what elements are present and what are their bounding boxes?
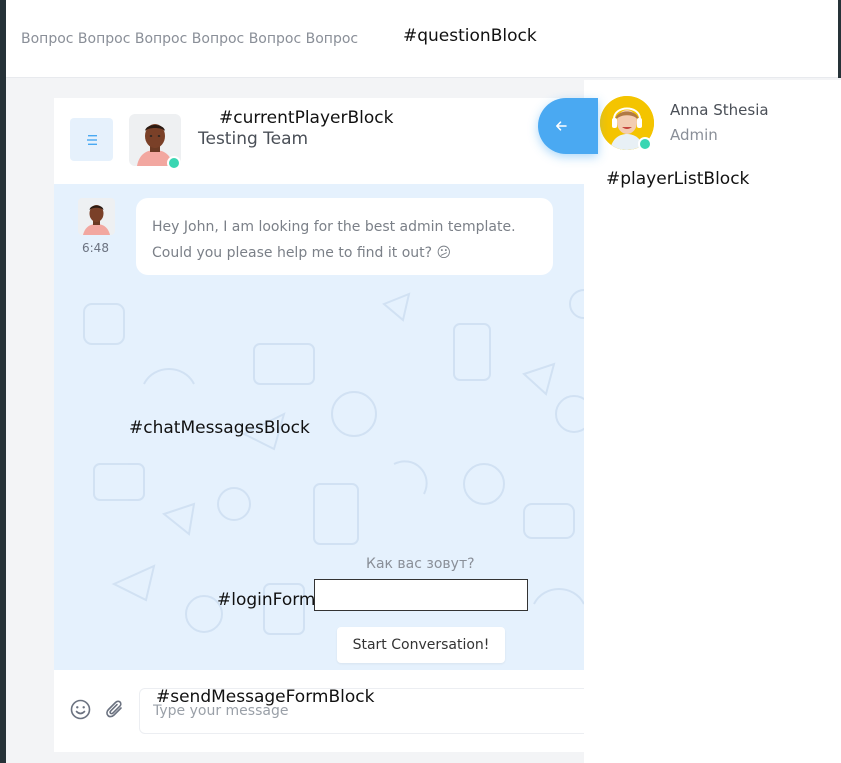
chat-card: #currentPlayerBlock Testing Team 6:48 He… <box>54 98 614 752</box>
window-edge <box>0 0 6 763</box>
emoji-icon[interactable] <box>70 699 91 720</box>
name-input[interactable] <box>314 579 528 611</box>
online-status-dot <box>638 137 652 151</box>
player-list-block: Anna Sthesia Admin #playerListBlock <box>584 80 841 763</box>
chat-messages-block-label: #chatMessagesBlock <box>129 418 310 438</box>
login-question: Как вас зовут? <box>366 556 475 572</box>
message-bubble: Hey John, I am looking for the best admi… <box>136 198 553 275</box>
send-message-form-block-label: #sendMessageFormBlock <box>156 687 375 707</box>
current-player-block-label: #currentPlayerBlock <box>219 108 394 128</box>
player-name[interactable]: Anna Sthesia <box>670 101 769 119</box>
arrow-left-icon <box>556 121 567 131</box>
question-text: Вопрос Вопрос Вопрос Вопрос Вопрос Вопро… <box>21 31 359 47</box>
menu-button[interactable] <box>70 118 113 161</box>
back-button[interactable] <box>538 98 598 154</box>
current-player-block: #currentPlayerBlock Testing Team <box>54 98 614 184</box>
question-block-label: #questionBlock <box>403 26 537 46</box>
start-conversation-button[interactable]: Start Conversation! <box>337 627 505 663</box>
paperclip-icon[interactable] <box>105 699 125 720</box>
question-block: Вопрос Вопрос Вопрос Вопрос Вопрос Вопро… <box>6 0 841 78</box>
chat-messages-block[interactable]: 6:48 Hey John, I am looking for the best… <box>54 184 614 670</box>
team-name: Testing Team <box>198 129 309 149</box>
player-role: Admin <box>670 126 718 144</box>
online-status-dot <box>167 156 181 170</box>
message-time: 6:48 <box>82 241 109 255</box>
player-list-block-label: #playerListBlock <box>606 169 750 189</box>
menu-icon <box>86 134 97 145</box>
message-avatar <box>78 198 115 235</box>
send-message-form-block: #sendMessageFormBlock <box>54 670 614 752</box>
